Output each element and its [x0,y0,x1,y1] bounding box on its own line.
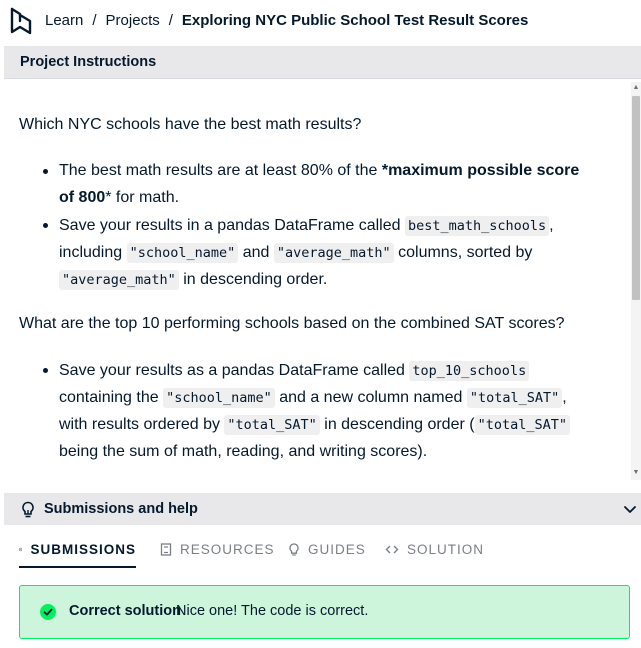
text: including [59,244,127,261]
bullet-2-line-3: "average_math" in descending order. [59,266,327,294]
text: and [238,244,274,261]
correct-solution-alert: Correct solution Nice one! The code is c… [19,585,630,639]
chevron-down-icon[interactable] [622,501,638,517]
text: * for math. [105,189,180,206]
bullet-3-line-3: with results ordered by "total_SAT" in d… [59,411,570,439]
submission-tabs: SUBMISSIONS RESOURCES GUIDES SOLUTION [4,525,641,569]
tab-solution[interactable]: SOLUTION [385,542,484,568]
bold-text: of 800 [59,189,106,206]
tab-guides[interactable]: GUIDES [288,542,366,568]
scroll-up-arrow-icon[interactable]: ▲ [632,84,640,92]
project-instructions-title: Project Instructions [20,54,157,70]
text: Save your results as a pandas DataFrame … [59,362,410,379]
breadcrumb: Learn / Projects / Exploring NYC Public … [45,12,528,29]
text: and a new column named [274,389,467,406]
scrollbar-thumb[interactable] [632,96,640,300]
question-2: What are the top 10 performing schools b… [19,315,565,332]
submissions-and-help-title: Submissions and help [44,501,198,517]
text: with results ordered by [59,416,225,433]
text: , [562,389,567,406]
bold-text: *maximum possible score [381,162,580,179]
success-check-icon [40,604,56,620]
bullet-point [43,223,48,228]
result-message: Nice one! The code is correct. [176,603,369,619]
top-bar: Learn / Projects / Exploring NYC Public … [0,0,641,42]
bullet-2-line-2: including "school_name" and "average_mat… [59,239,532,267]
tab-label: RESOURCES [180,542,275,557]
breadcrumb-learn-link[interactable]: Learn [45,12,83,29]
tab-submissions[interactable]: SUBMISSIONS [19,542,136,568]
bullet-3-line-2: containing the "school_name" and a new c… [59,384,567,412]
breadcrumb-current-project: Exploring NYC Public School Test Result … [181,12,529,29]
text: The best math results are at least 80% o… [59,162,382,179]
bullet-1-line-1: The best math results are at least 80% o… [59,157,579,184]
tab-resources[interactable]: RESOURCES [160,542,275,568]
text: columns, sorted by [393,244,533,261]
scroll-down-arrow-icon[interactable]: ▼ [632,469,640,477]
book-icon [160,543,172,556]
bullet-point [43,169,48,174]
breadcrumb-separator: / [92,12,97,29]
breadcrumb-separator: / [168,12,173,29]
inline-code: "total_SAT" [466,388,563,408]
text: containing the [59,389,164,406]
inline-code: "total_SAT" [474,415,570,435]
inline-code: top_10_schools [409,361,530,381]
tab-label: GUIDES [308,542,366,557]
bullet-3-line-4: being the sum of math, reading, and writ… [59,438,427,465]
code-icon [385,545,399,554]
text: in descending order ( [319,416,475,433]
text: Save your results in a pandas DataFrame … [59,217,405,234]
inline-code: "average_math" [273,243,394,263]
text: , [549,217,554,234]
lightbulb-icon [289,543,299,556]
bullet-point [43,368,48,373]
inline-code: "total_SAT" [224,415,320,435]
inline-code: "school_name" [163,388,275,408]
bullet-1-line-2: of 800* for math. [59,184,179,211]
breadcrumb-projects-link[interactable]: Projects [106,12,160,29]
datacamp-logo-icon[interactable] [9,7,33,35]
bullet-3-line-1: Save your results as a pandas DataFrame … [59,357,530,385]
tab-label: SOLUTION [407,542,485,557]
project-instructions-header[interactable]: Project Instructions [4,46,641,79]
result-title: Correct solution [69,603,181,619]
bullet-2-line-1: Save your results in a pandas DataFrame … [59,212,554,240]
tab-label: SUBMISSIONS [30,542,136,557]
inline-code: best_math_schools [404,216,550,236]
check-circle-icon [19,547,23,552]
submissions-and-help-header[interactable]: Submissions and help [4,493,641,525]
lightbulb-icon [22,501,34,518]
instructions-panel[interactable]: Which NYC schools have the best math res… [4,79,641,482]
text: in descending order. [178,271,328,288]
text: being the sum of math, reading, and writ… [59,443,428,460]
inline-code: "school_name" [126,243,239,263]
inline-code: "average_math" [59,270,179,290]
question-1: Which NYC schools have the best math res… [19,116,362,133]
